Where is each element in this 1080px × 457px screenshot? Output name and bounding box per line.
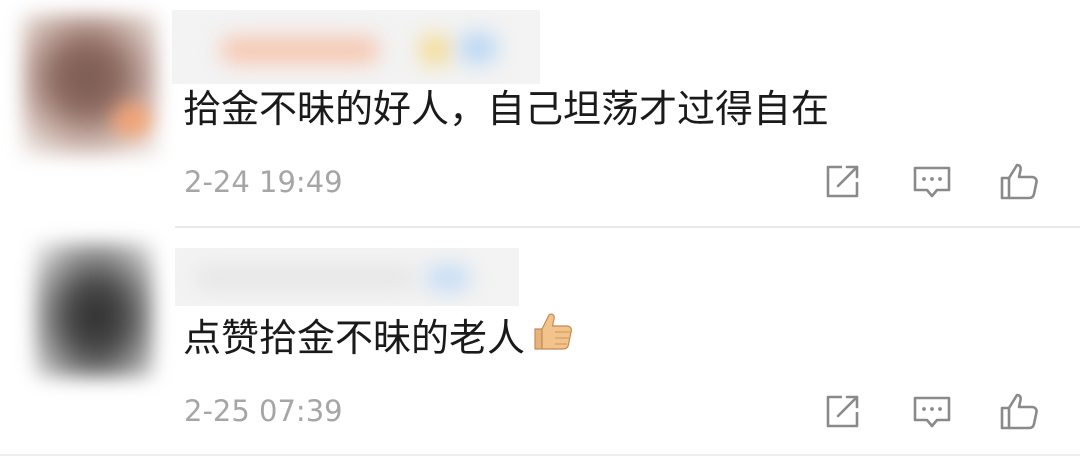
like-button[interactable]: [997, 160, 1041, 204]
comment-text-line: 点赞拾金不昧的老人: [183, 313, 575, 368]
comment-icon: [913, 396, 951, 428]
comment-icon: [913, 166, 951, 198]
reply-button[interactable]: [910, 390, 954, 434]
comment-timestamp: 2-25 07:39: [184, 394, 343, 428]
share-button[interactable]: [821, 160, 865, 204]
thumbs-up-emoji: [531, 309, 575, 364]
comment-text: 点赞拾金不昧的老人: [183, 316, 526, 360]
username-blurred[interactable]: [172, 10, 540, 84]
comment-timestamp: 2-24 19:49: [184, 165, 343, 199]
avatar[interactable]: [22, 14, 158, 156]
thumbs-up-icon: [1000, 163, 1038, 200]
reply-button[interactable]: [910, 160, 954, 204]
comment-item: 拾金不昧的好人，自己坦荡才过得自在 2-24 19:49: [0, 0, 1080, 227]
avatar[interactable]: [34, 242, 154, 378]
comment-item: 点赞拾金不昧的老人 2-25 07:39: [0, 228, 1080, 457]
divider: [0, 454, 1080, 456]
thumbs-up-icon: [1000, 393, 1038, 430]
share-button[interactable]: [821, 390, 865, 434]
share-icon: [826, 395, 859, 428]
like-button[interactable]: [997, 390, 1041, 434]
comment-text: 拾金不昧的好人，自己坦荡才过得自在: [183, 87, 830, 131]
share-icon: [826, 165, 859, 198]
username-blurred[interactable]: [175, 248, 519, 306]
